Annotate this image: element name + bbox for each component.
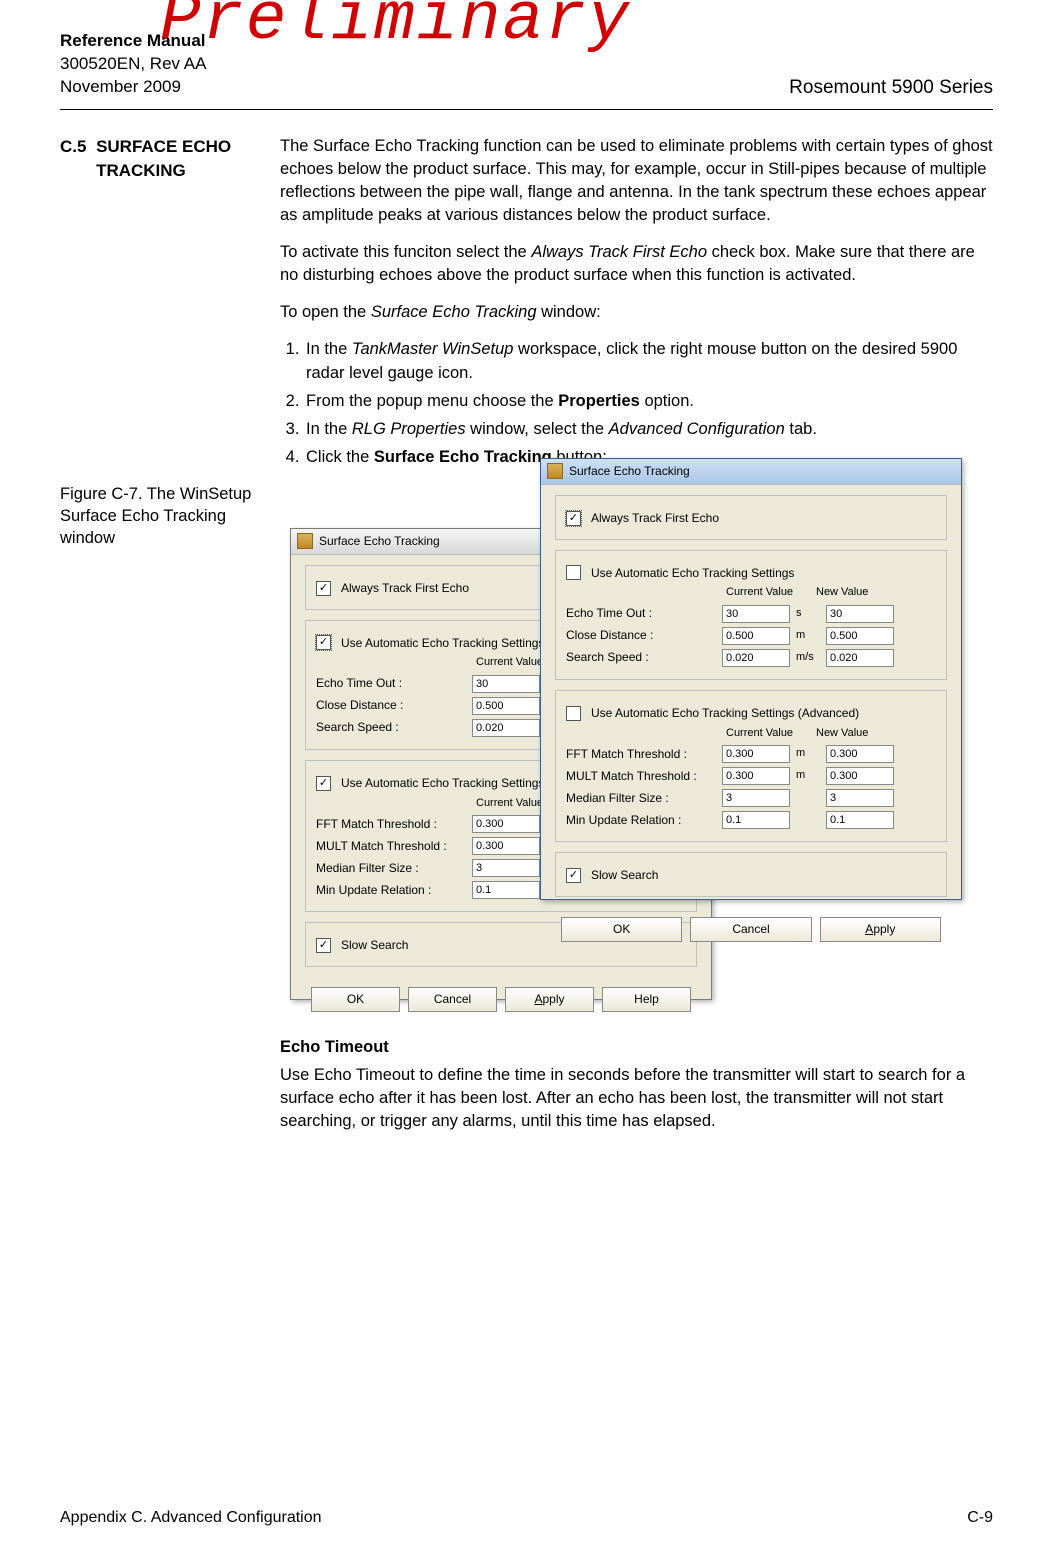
cancel-button[interactable]: Cancel <box>408 987 497 1012</box>
field-unit: m/s <box>796 650 820 665</box>
field-label: Close Distance : <box>566 627 716 644</box>
field-current[interactable]: 0.020 <box>722 649 790 667</box>
field-new[interactable]: 0.500 <box>826 627 894 645</box>
watermark: Preliminary <box>160 0 631 59</box>
field-current[interactable]: 0.500 <box>722 627 790 645</box>
footer-left: Appendix C. Advanced Configuration <box>60 1509 322 1527</box>
field-label: Echo Time Out : <box>566 605 716 622</box>
col-current-basic: Current Value <box>726 585 816 600</box>
para-1: The Surface Echo Tracking function can b… <box>280 135 993 227</box>
field-label: Echo Time Out : <box>316 675 466 692</box>
field-label: Search Speed : <box>316 719 466 736</box>
dialog-front-titlebar: Surface Echo Tracking <box>541 459 961 485</box>
section-heading: C.5 SURFACE ECHO TRACKING <box>60 135 280 183</box>
field-label: Median Filter Size : <box>316 860 466 877</box>
step-1: In the TankMaster WinSetup workspace, cl… <box>304 338 993 384</box>
label-auto-adv: Use Automatic Echo Tracking Settings (Ad… <box>591 705 859 722</box>
window-icon <box>297 533 313 549</box>
field-current[interactable]: 30 <box>722 605 790 623</box>
cancel-button[interactable]: Cancel <box>690 917 811 942</box>
field-label: Search Speed : <box>566 649 716 666</box>
checkbox-slow-search[interactable] <box>566 868 581 883</box>
field-current[interactable]: 0.300 <box>472 837 540 855</box>
field-current[interactable]: 3 <box>472 859 540 877</box>
help-button[interactable]: Help <box>602 987 691 1012</box>
dialog-front-title: Surface Echo Tracking <box>569 463 690 480</box>
label-auto-basic: Use Automatic Echo Tracking Settings <box>591 565 794 582</box>
field-current[interactable]: 0.1 <box>722 811 790 829</box>
checkbox-auto-basic[interactable] <box>316 635 331 650</box>
checkbox-always-first[interactable] <box>566 511 581 526</box>
field-current[interactable]: 0.1 <box>472 881 540 899</box>
label-always-first: Always Track First Echo <box>591 510 719 527</box>
field-unit: s <box>796 606 820 621</box>
checkbox-always-first[interactable] <box>316 581 331 596</box>
field-new[interactable]: 0.020 <box>826 649 894 667</box>
field-current[interactable]: 0.020 <box>472 719 540 737</box>
label-always-first: Always Track First Echo <box>341 580 469 597</box>
para-3: To open the Surface Echo Tracking window… <box>280 301 993 324</box>
ok-button[interactable]: OK <box>311 987 400 1012</box>
field-new[interactable]: 3 <box>826 789 894 807</box>
col-new-basic: New Value <box>816 585 906 600</box>
field-label: MULT Match Threshold : <box>566 768 716 785</box>
window-icon <box>547 463 563 479</box>
field-current[interactable]: 30 <box>472 675 540 693</box>
field-label: Min Update Relation : <box>316 882 466 899</box>
field-unit: m <box>796 768 820 783</box>
field-current[interactable]: 0.500 <box>472 697 540 715</box>
field-new[interactable]: 0.300 <box>826 745 894 763</box>
section-title: SURFACE ECHO TRACKING <box>96 135 280 183</box>
para-2: To activate this funciton select the Alw… <box>280 241 993 287</box>
field-unit: m <box>796 628 820 643</box>
step-3: In the RLG Properties window, select the… <box>304 418 993 441</box>
dialog-back-title: Surface Echo Tracking <box>319 533 440 550</box>
apply-button[interactable]: Apply <box>505 987 594 1012</box>
series-name: Rosemount 5900 Series <box>789 55 993 99</box>
col-new-adv: New Value <box>816 726 906 741</box>
footer-right: C-9 <box>967 1509 993 1527</box>
figure-caption: Figure C-7. The WinSetup Surface Echo Tr… <box>60 483 280 550</box>
dialog-front-window: Surface Echo Tracking Always Track First… <box>540 458 962 900</box>
field-current[interactable]: 0.300 <box>472 815 540 833</box>
field-label: FFT Match Threshold : <box>316 816 466 833</box>
header-rule <box>60 109 993 110</box>
field-new[interactable]: 0.1 <box>826 811 894 829</box>
checkbox-auto-adv[interactable] <box>566 706 581 721</box>
field-label: Min Update Relation : <box>566 812 716 829</box>
field-label: Median Filter Size : <box>566 790 716 807</box>
field-label: FFT Match Threshold : <box>566 746 716 763</box>
doc-date: November 2009 <box>60 76 206 99</box>
apply-button[interactable]: Apply <box>820 917 941 942</box>
ok-button[interactable]: OK <box>561 917 682 942</box>
label-slow-search: Slow Search <box>591 867 658 884</box>
echo-timeout-heading: Echo Timeout <box>280 1036 993 1059</box>
col-current-adv: Current Value <box>726 726 816 741</box>
field-current[interactable]: 0.300 <box>722 767 790 785</box>
field-label: Close Distance : <box>316 697 466 714</box>
label-slow-search: Slow Search <box>341 937 408 954</box>
checkbox-slow-search[interactable] <box>316 938 331 953</box>
field-unit: m <box>796 746 820 761</box>
field-current[interactable]: 0.300 <box>722 745 790 763</box>
section-number: C.5 <box>60 135 96 183</box>
field-new[interactable]: 0.300 <box>826 767 894 785</box>
checkbox-auto-adv[interactable] <box>316 776 331 791</box>
screenshot-figure: Surface Echo Tracking Always Track First… <box>290 458 990 1018</box>
field-new[interactable]: 30 <box>826 605 894 623</box>
field-current[interactable]: 3 <box>722 789 790 807</box>
field-label: MULT Match Threshold : <box>316 838 466 855</box>
echo-timeout-body: Use Echo Timeout to define the time in s… <box>280 1064 993 1133</box>
step-2: From the popup menu choose the Propertie… <box>304 390 993 413</box>
steps-list: In the TankMaster WinSetup workspace, cl… <box>304 338 993 468</box>
checkbox-auto-basic[interactable] <box>566 565 581 580</box>
label-auto-basic: Use Automatic Echo Tracking Settings <box>341 635 544 652</box>
